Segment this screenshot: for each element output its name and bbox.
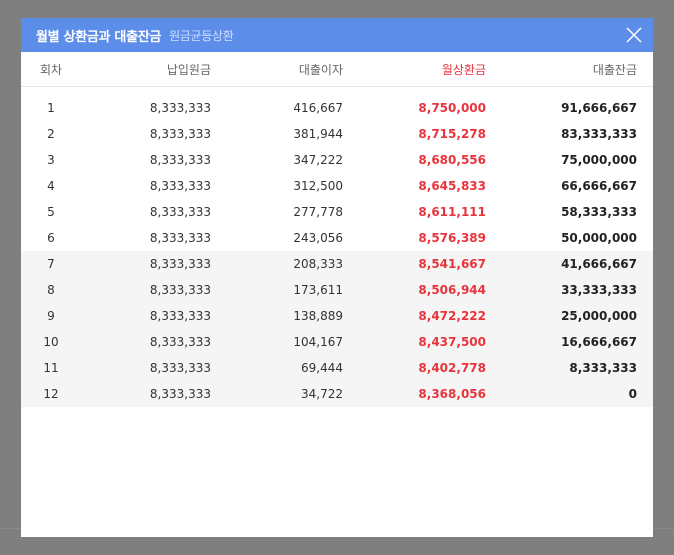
cell-principal: 8,333,333 [149,179,211,193]
cell-balance: 33,333,333 [561,283,637,297]
table-row: 10 8,333,333 104,167 8,437,500 16,666,66… [21,329,653,355]
cell-round: 3 [47,153,55,167]
cell-interest: 104,167 [293,335,343,349]
cell-monthly-payment: 8,437,500 [418,335,486,349]
cell-monthly-payment: 8,645,833 [418,179,486,193]
cell-monthly-payment: 8,715,278 [418,127,486,141]
cell-interest: 173,611 [293,283,343,297]
cell-balance: 91,666,667 [561,101,637,115]
cell-round: 1 [47,101,55,115]
cell-interest: 277,778 [293,205,343,219]
cell-monthly-payment: 8,611,111 [418,205,486,219]
cell-principal: 8,333,333 [149,309,211,323]
cell-balance: 25,000,000 [561,309,637,323]
cell-round: 10 [43,335,59,349]
cell-round: 6 [47,231,55,245]
cell-principal: 8,333,333 [149,387,211,401]
modal-title: 월별 상환금과 대출잔금 [36,29,162,45]
cell-monthly-payment: 8,402,778 [418,361,486,375]
cell-balance: 50,000,000 [561,231,637,245]
cell-round: 5 [47,205,55,219]
cell-interest: 381,944 [293,127,343,141]
cell-monthly-payment: 8,506,944 [418,283,486,297]
table-row: 5 8,333,333 277,778 8,611,111 58,333,333 [21,199,653,225]
table-row: 6 8,333,333 243,056 8,576,389 50,000,000 [21,225,653,251]
table-row: 11 8,333,333 69,444 8,402,778 8,333,333 [21,355,653,381]
cell-monthly-payment: 8,576,389 [418,231,486,245]
cell-round: 2 [47,127,55,141]
table-body: 1 8,333,333 416,667 8,750,000 91,666,667… [21,95,653,407]
cell-principal: 8,333,333 [149,257,211,271]
cell-monthly-payment: 8,680,556 [418,153,486,167]
cell-round: 11 [43,361,59,375]
close-icon[interactable] [625,26,643,44]
modal-subtitle: 원금균등상환 [169,28,234,43]
modal-header: 월별 상환금과 대출잔금 원금균등상환 [21,18,653,52]
cell-principal: 8,333,333 [149,231,211,245]
cell-interest: 347,222 [293,153,343,167]
table-row: 2 8,333,333 381,944 8,715,278 83,333,333 [21,121,653,147]
cell-monthly-payment: 8,750,000 [418,101,486,115]
table-row: 4 8,333,333 312,500 8,645,833 66,666,667 [21,173,653,199]
cell-principal: 8,333,333 [149,127,211,141]
cell-balance: 75,000,000 [561,153,637,167]
column-header-round: 회차 [39,62,63,77]
cell-principal: 8,333,333 [149,335,211,349]
cell-balance: 83,333,333 [561,127,637,141]
cell-monthly-payment: 8,472,222 [418,309,486,323]
cell-principal: 8,333,333 [149,101,211,115]
column-header-principal: 납입원금 [166,62,211,77]
table-header: 회차 납입원금 대출이자 월상환금 대출잔금 [21,52,653,87]
cell-principal: 8,333,333 [149,283,211,297]
table-row: 3 8,333,333 347,222 8,680,556 75,000,000 [21,147,653,173]
cell-round: 12 [43,387,59,401]
cell-round: 4 [47,179,55,193]
cell-round: 9 [47,309,55,323]
table-row: 9 8,333,333 138,889 8,472,222 25,000,000 [21,303,653,329]
cell-interest: 416,667 [293,101,343,115]
cell-balance: 0 [628,387,637,401]
cell-principal: 8,333,333 [149,361,211,375]
cell-interest: 208,333 [293,257,343,271]
cell-interest: 34,722 [301,387,343,401]
cell-interest: 312,500 [293,179,343,193]
table-row: 7 8,333,333 208,333 8,541,667 41,666,667 [21,251,653,277]
cell-interest: 243,056 [293,231,343,245]
cell-round: 7 [47,257,55,271]
column-header-monthly-payment: 월상환금 [441,62,486,77]
repayment-schedule-modal: 월별 상환금과 대출잔금 원금균등상환 회차 납입원금 대출이자 월상환금 대출… [21,18,653,537]
column-header-balance: 대출잔금 [592,62,637,77]
cell-balance: 41,666,667 [561,257,637,271]
table-row: 12 8,333,333 34,722 8,368,056 0 [21,381,653,407]
cell-monthly-payment: 8,368,056 [418,387,486,401]
cell-round: 8 [47,283,55,297]
table-row: 1 8,333,333 416,667 8,750,000 91,666,667 [21,95,653,121]
cell-interest: 69,444 [301,361,343,375]
column-header-interest: 대출이자 [298,62,343,77]
cell-principal: 8,333,333 [149,153,211,167]
cell-monthly-payment: 8,541,667 [418,257,486,271]
table-row: 8 8,333,333 173,611 8,506,944 33,333,333 [21,277,653,303]
cell-balance: 16,666,667 [561,335,637,349]
cell-balance: 66,666,667 [561,179,637,193]
cell-principal: 8,333,333 [149,205,211,219]
cell-balance: 8,333,333 [569,361,637,375]
cell-interest: 138,889 [293,309,343,323]
cell-balance: 58,333,333 [561,205,637,219]
